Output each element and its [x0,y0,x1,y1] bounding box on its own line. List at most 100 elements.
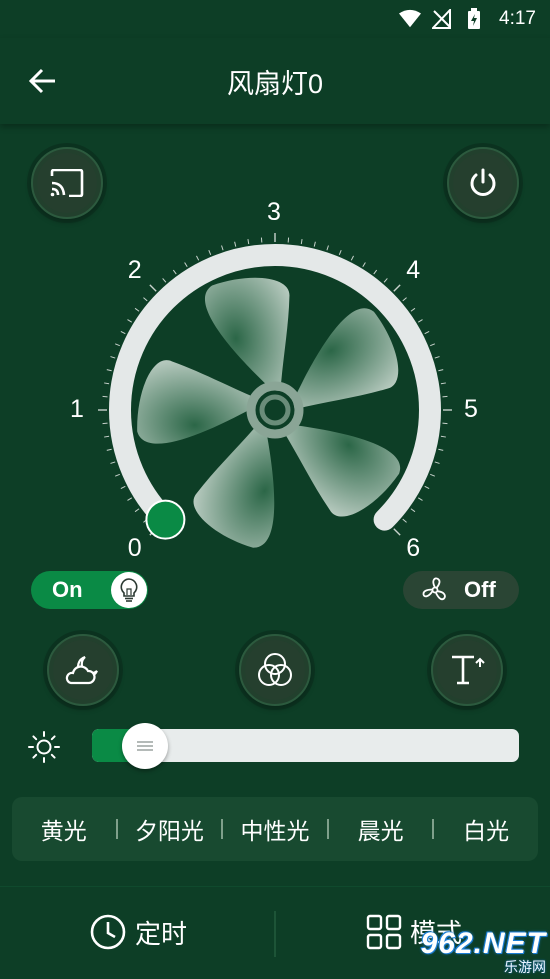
dial-tick [104,435,110,438]
temp-option-morning[interactable]: 晨光 [329,812,433,846]
grid-icon [366,914,402,949]
watermark-main: 962.NET [420,927,546,960]
temp-option-neutral[interactable]: 中性光 [223,812,327,846]
dial-tick [383,278,388,283]
dial-tick [424,485,430,489]
dial-tick [110,356,116,359]
text-mode-button[interactable] [431,634,503,706]
dial-tick [430,473,436,477]
dial-label-6: 6 [406,534,421,563]
dial-tick [434,461,440,464]
dial-tick [393,284,401,292]
dial-tick [440,435,446,438]
dial-label-1: 1 [70,395,84,423]
status-bar: 4:17 [0,0,550,38]
light-bulb-icon [111,572,147,608]
temp-option-yellow[interactable]: 黄光 [12,812,116,846]
dial-tick [127,497,133,501]
watermark-sub: 乐游网 [504,959,546,975]
dial-tick [110,461,116,464]
dial-tick [134,508,140,513]
text-cursor-icon [452,655,485,685]
battery-charging-icon [463,8,485,30]
watermark: 962.NET 乐游网 [410,927,546,977]
dial-tick [393,528,401,536]
fan-hub-inner [259,394,291,426]
dial-tick [234,241,237,247]
brightness-slider[interactable] [92,723,519,769]
dial-tick [362,262,366,268]
night-mode-button[interactable] [47,634,119,706]
dial-tick [417,497,423,501]
dial-tick [104,382,110,385]
dial-tick [120,331,126,335]
dial-tick [402,297,407,302]
dial-label-2: 2 [127,255,142,284]
fan-toggle-label: Off [464,577,496,602]
dial-tick [196,255,200,261]
dial-tick [350,255,354,261]
wifi-icon [399,8,422,30]
dial-tick [417,319,423,323]
dial-label-0: 0 [127,534,142,563]
light-toggle-label: On [52,577,83,602]
timer-tab-label: 定时 [135,918,188,949]
dial-tick [184,262,188,268]
dial-tick [434,356,440,359]
dial-tick [300,239,303,245]
light-toggle[interactable]: On [31,571,148,609]
small-fan-icon [421,576,449,604]
dial-tick [338,249,342,255]
brightness-icon [27,730,61,764]
dial-tick [162,278,167,283]
dial-tick [410,508,416,513]
grip-lines-icon [137,741,153,751]
dial-graphic [98,233,452,548]
dial-tick [326,245,329,251]
fan-speed-dial[interactable]: 0 1 2 3 4 5 6 [70,198,480,563]
fan-blade [205,277,290,392]
dial-tick [430,343,436,347]
dial-tick [106,448,112,451]
dial-tick [114,473,120,477]
dial-tick [438,369,444,372]
dial-tick [134,307,140,312]
dial-tick [120,485,126,489]
fan-toggle[interactable]: Off [403,571,519,609]
dial-tick [410,307,416,312]
dial-tick [221,245,224,251]
dial-tick [106,369,112,372]
nav-divider [274,911,276,957]
temp-option-sunset[interactable]: 夕阳光 [118,812,222,846]
dial-tick [208,249,212,255]
dial-tick [143,297,148,302]
temp-option-white[interactable]: 白光 [434,812,538,846]
header: 风扇灯0 [0,38,550,124]
bottom-nav: 定时 模式 962.NET 乐游网 [0,886,550,979]
page-title: 风扇灯0 [226,69,324,99]
cloud-moon-icon [65,655,98,685]
dial-tick [402,518,407,523]
status-time: 4:17 [499,8,536,29]
dial-tick [313,241,316,247]
fan-hub [246,381,304,439]
timer-tab[interactable]: 定时 [89,913,187,951]
clock-icon [90,914,126,950]
power-icon [470,168,496,196]
no-signal-icon [431,8,453,30]
dial-tick [373,269,378,275]
dial-tick [440,382,446,385]
color-mode-button[interactable] [239,634,311,706]
dial-label-3: 3 [267,198,281,226]
dial-tick [114,343,120,347]
dial-label-5: 5 [464,395,478,423]
color-temperature-bar: 黄光 夕阳光 中性光 晨光 白光 [12,797,538,861]
cast-icon [50,169,84,197]
dial-tick [149,284,157,292]
dial-tick [247,239,250,245]
rgb-circles-icon [258,653,292,686]
dial-handle[interactable] [145,499,186,540]
dial-tick [438,448,444,451]
dial-tick [127,319,133,323]
brightness-slider-thumb[interactable] [122,723,168,769]
